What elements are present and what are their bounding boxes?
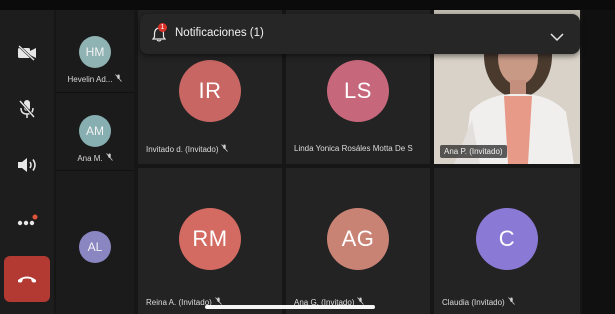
hang-up-icon [17,274,37,284]
more-options-button[interactable] [6,200,48,242]
avatar: IR [179,60,241,122]
participant-name: Hevelin Ad... [67,74,113,84]
avatar-initials: HM [85,45,105,59]
avatar: C [476,208,538,270]
participant-name: Ana M. [77,153,103,163]
participant-name: Linda Yonica Rosáles Motta De S [294,144,413,153]
avatar-initials: AM [86,124,104,138]
participant-name: Claudia (Invitado) [442,297,505,307]
avatar: LS [327,60,389,122]
avatar: RM [179,208,241,270]
call-controls [0,10,54,314]
speaker-icon [16,156,38,174]
participant-name-row: Invitado d. (Invitado) [146,144,229,154]
mic-off-icon [18,99,36,119]
side-participant-tile[interactable]: AL [56,231,134,263]
chevron-down-icon[interactable] [550,29,564,47]
notifications-bar[interactable]: 1 Notificaciones (1) [140,14,580,54]
home-indicator[interactable] [205,305,375,309]
divider [56,92,134,93]
more-dots-icon [16,214,38,228]
speaker-button[interactable] [6,144,48,186]
side-participant-tile[interactable]: HM Hevelin Ad... [56,36,134,84]
mic-off-icon [115,74,123,84]
avatar: HM [79,36,111,68]
participant-name-row: Linda Yonica Rosáles Motta De S [294,144,430,153]
participant-tile[interactable]: C Claudia (Invitado) [434,168,580,314]
participant-tile[interactable]: RM Reina A. (Invitado) [138,168,282,314]
avatar-initials: LS [344,78,372,103]
avatar: AM [79,115,111,147]
divider [56,170,134,171]
participant-name-label: Ana P. (Invitado) [440,145,507,158]
avatar-initials: IR [198,78,222,103]
avatar: AG [327,208,389,270]
camera-off-icon [17,45,37,61]
avatar-initials: AL [87,240,103,254]
participant-tile[interactable]: AG Ana G. (Invitado) [286,168,430,314]
notification-badge: 1 [158,23,167,32]
avatar-initials: RM [192,226,228,251]
participant-name-row: Claudia (Invitado) [442,297,515,307]
mic-off-icon [105,153,113,163]
participant-name-row: Hevelin Ad... [68,74,123,84]
camera-toggle-button[interactable] [6,32,48,74]
avatar-initials: AG [341,226,375,251]
end-call-button[interactable] [4,256,50,302]
notifications-label: Notificaciones (1) [175,27,264,39]
side-participant-tile[interactable]: AM Ana M. [56,115,134,163]
participant-name: Reina A. (Invitado) [146,297,212,307]
mic-off-icon [221,144,229,154]
mic-toggle-button[interactable] [6,88,48,130]
mic-off-icon [507,297,515,307]
side-participants: HM Hevelin Ad... AM Ana M. AL [56,10,134,314]
participant-name: Invitado d. (Invitado) [146,144,219,154]
participant-name-row: Ana M. [77,153,113,163]
edge-strip [582,10,615,314]
avatar: AL [79,231,111,263]
avatar-initials: C [498,226,516,251]
